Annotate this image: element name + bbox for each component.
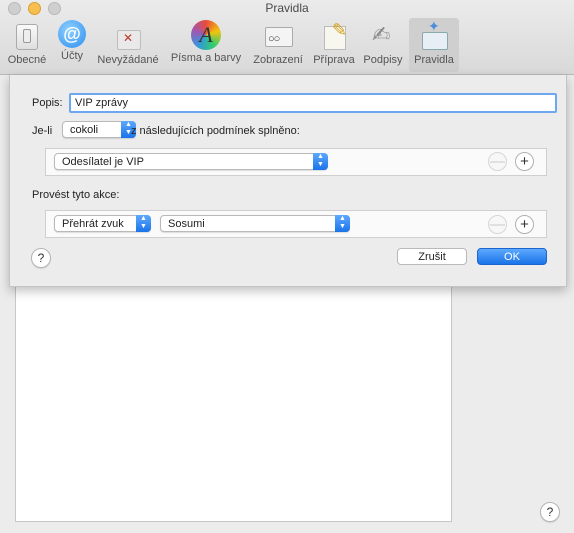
cancel-button[interactable]: Zrušit (397, 248, 467, 265)
rule-editor-sheet: Popis: VIP zprávy Je-li cokoli ▲ ▼ z násl… (9, 75, 567, 287)
preferences-toolbar: Obecné @ Účty Nevyžádané A Písma a barvy… (0, 18, 574, 74)
rules-list-panel (15, 280, 452, 522)
chevron-updown-icon: ▲ ▼ (136, 215, 151, 232)
if-label: Je-li (32, 125, 53, 137)
action-value: Přehrát zvuk (62, 218, 124, 230)
toolbar-item-junk[interactable]: Nevyžádané (94, 18, 162, 72)
toolbar-label: Příprava (313, 54, 355, 66)
toolbar-item-accounts[interactable]: @ Účty (54, 18, 90, 72)
description-input[interactable]: VIP zprávy (69, 93, 557, 113)
toolbar-item-fonts-colors[interactable]: A Písma a barvy (166, 18, 246, 72)
main-help-button[interactable]: ? (540, 502, 560, 522)
chevron-updown-icon: ▲ ▼ (313, 153, 328, 170)
condition-select[interactable]: Odesílatel je VIP ▲ ▼ (54, 153, 328, 170)
toolbar-label: Podpisy (363, 54, 403, 66)
action-select[interactable]: Přehrát zvuk ▲ ▼ (54, 215, 151, 232)
ok-button[interactable]: OK (477, 248, 547, 265)
actions-label: Provést tyto akce: (32, 189, 120, 201)
toolbar-item-view[interactable]: Zobrazení (250, 18, 306, 72)
chevron-updown-icon: ▲ ▼ (335, 215, 350, 232)
add-condition-button[interactable]: + (515, 152, 534, 171)
window-titlebar: Pravidla Obecné @ Účty Nevyžádané A Písm… (0, 0, 574, 75)
view-glasses-icon (262, 20, 294, 52)
add-action-button[interactable]: + (515, 215, 534, 234)
actions-box: Přehrát zvuk ▲ ▼ Sosumi ▲ ▼ — + (45, 210, 547, 238)
toolbar-item-general[interactable]: Obecné (4, 18, 50, 72)
fonts-colors-icon: A (191, 20, 221, 50)
remove-condition-button[interactable]: — (488, 152, 507, 171)
match-any-value: cokoli (70, 124, 99, 136)
junk-trash-icon (112, 20, 144, 52)
toolbar-label: Nevyžádané (97, 54, 159, 66)
conditions-suffix-label: z následujících podmínek splněno: (131, 125, 300, 137)
compose-pencil-icon (318, 20, 350, 52)
toolbar-item-compose[interactable]: Příprava (310, 18, 358, 72)
toolbar-label: Pravidla (414, 54, 454, 66)
at-sign-icon: @ (58, 20, 86, 48)
toolbar-label: Účty (61, 50, 83, 62)
toolbar-item-rules[interactable]: Pravidla (409, 18, 459, 72)
toolbar-item-signatures[interactable]: Podpisy (360, 18, 406, 72)
signature-icon (367, 20, 399, 52)
rules-envelope-icon (418, 18, 450, 52)
match-any-select[interactable]: cokoli ▲ ▼ (62, 121, 136, 138)
sheet-help-button[interactable]: ? (31, 248, 51, 268)
conditions-box: Odesílatel je VIP ▲ ▼ — + (45, 148, 547, 176)
window-title: Pravidla (265, 1, 309, 15)
toolbar-label: Zobrazení (253, 54, 303, 66)
remove-action-button[interactable]: — (488, 215, 507, 234)
description-label: Popis: (32, 97, 63, 109)
sound-value: Sosumi (168, 218, 205, 230)
sound-select[interactable]: Sosumi ▲ ▼ (160, 215, 350, 232)
condition-value: Odesílatel je VIP (62, 156, 144, 168)
general-switch-icon (11, 20, 43, 52)
toolbar-label: Obecné (7, 54, 47, 66)
toolbar-label: Písma a barvy (170, 52, 242, 64)
